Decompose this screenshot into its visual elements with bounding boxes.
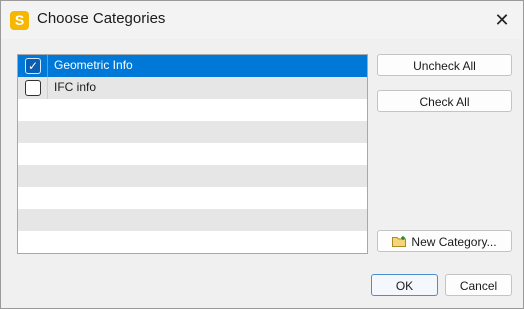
- app-logo-icon: S: [10, 11, 29, 30]
- new-category-button[interactable]: New Category...: [377, 230, 512, 252]
- close-button[interactable]: ✕: [489, 7, 515, 33]
- category-label: Geometric Info: [54, 58, 133, 72]
- empty-row: [18, 143, 367, 165]
- empty-row: [18, 165, 367, 187]
- dialog-title: Choose Categories: [37, 10, 166, 27]
- list-item[interactable]: IFC info: [18, 77, 367, 99]
- empty-row: [18, 209, 367, 231]
- check-cell: [18, 77, 48, 99]
- check-cell: ✓: [18, 55, 48, 77]
- category-checkbox[interactable]: [25, 80, 41, 96]
- list-item[interactable]: ✓ Geometric Info: [18, 55, 367, 77]
- empty-row: [18, 231, 367, 253]
- categories-list[interactable]: ✓ Geometric Info IFC info: [17, 54, 368, 254]
- new-folder-icon: [392, 236, 407, 247]
- category-checkbox[interactable]: ✓: [25, 58, 41, 74]
- uncheck-all-button[interactable]: Uncheck All: [377, 54, 512, 76]
- empty-row: [18, 99, 367, 121]
- cancel-button[interactable]: Cancel: [445, 274, 512, 296]
- choose-categories-dialog: S Choose Categories ✕ ✓ Geometric Info I…: [0, 0, 524, 309]
- close-icon: ✕: [494, 10, 510, 30]
- empty-row: [18, 121, 367, 143]
- empty-row: [18, 187, 367, 209]
- ok-button[interactable]: OK: [371, 274, 438, 296]
- category-label: IFC info: [54, 80, 97, 94]
- check-all-button[interactable]: Check All: [377, 90, 512, 112]
- checkmark-icon: ✓: [27, 59, 39, 73]
- title-bar: S Choose Categories ✕: [1, 1, 523, 39]
- new-category-label: New Category...: [411, 235, 497, 249]
